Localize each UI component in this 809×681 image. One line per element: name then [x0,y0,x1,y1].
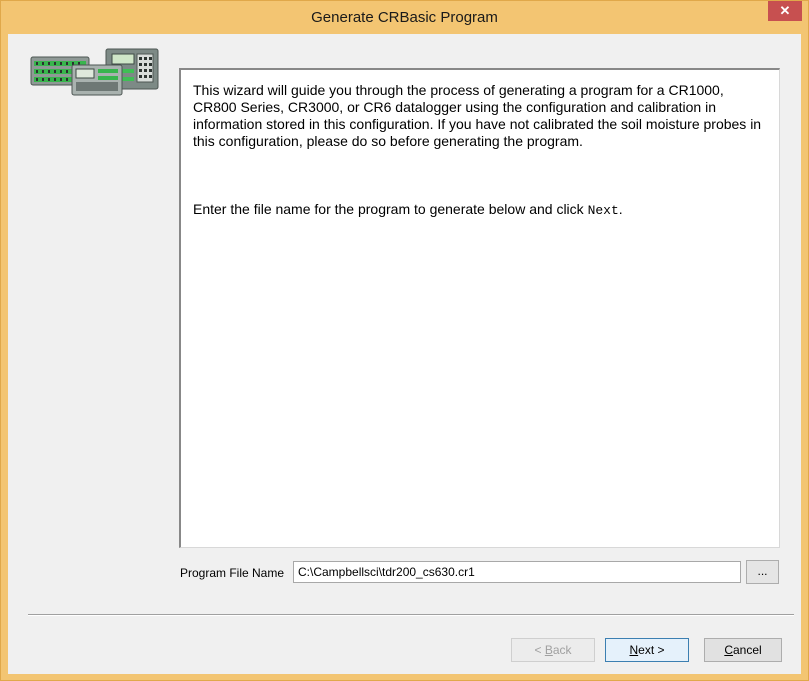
next-mnemonic: N [629,643,639,657]
next-step-text: Enter the file name for the program to g… [193,201,588,217]
cancel-label: ancel [732,643,762,657]
browse-button[interactable]: ... [746,560,779,584]
datalogger-devices-icon [30,48,159,96]
back-button[interactable]: < Back [511,638,595,662]
program-file-name-label: Program File Name [180,566,285,580]
close-icon: ✕ [779,3,791,18]
back-arrow: < [534,643,545,657]
next-label: ext > [638,643,665,657]
next-step-period: . [618,201,623,217]
back-label: ack [552,643,572,657]
program-file-name-input[interactable] [293,561,741,583]
instructions-paragraph: This wizard will guide you through the p… [193,82,762,149]
next-keyword: Next [587,203,619,218]
cancel-mnemonic: C [724,643,733,657]
close-button[interactable]: ✕ [768,1,802,21]
cancel-button[interactable]: Cancel [704,638,782,662]
next-button[interactable]: Next > [605,638,689,662]
dialog-window: Generate CRBasic Program ✕ This wizard w… [0,0,809,681]
dialog-client-area: This wizard will guide you through the p… [8,34,801,674]
back-mnemonic: B [544,643,553,657]
instructions-panel: This wizard will guide you through the p… [179,68,780,548]
instructions-next-step: Enter the file name for the program to g… [193,201,768,219]
title-bar[interactable]: Generate CRBasic Program ✕ [1,1,808,34]
button-divider [28,614,794,616]
window-title: Generate CRBasic Program [311,9,498,26]
